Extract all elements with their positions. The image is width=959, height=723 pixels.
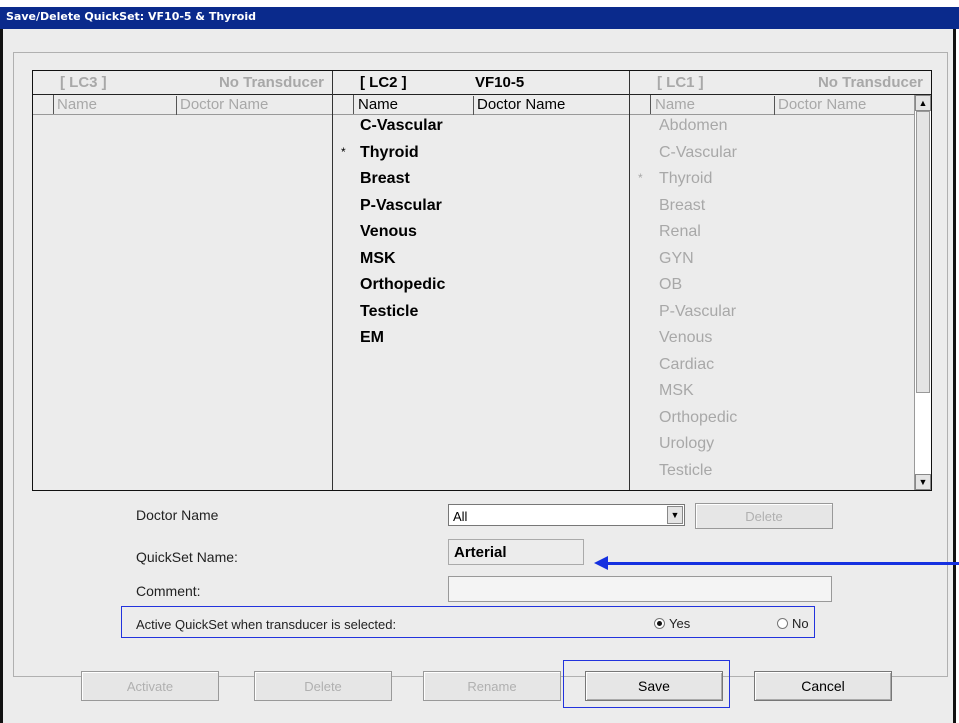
doctor-name-label: Doctor Name	[136, 507, 219, 523]
arrow-left-icon	[594, 556, 608, 570]
rename-button[interactable]: Rename	[423, 671, 561, 701]
save-button[interactable]: Save	[585, 671, 723, 701]
no-label: No	[792, 616, 809, 631]
sub-header: Name Doctor Name	[333, 95, 629, 115]
doctor-column-header[interactable]: Doctor Name	[176, 96, 268, 115]
radio-unselected-icon	[777, 618, 788, 629]
name-column-header[interactable]: Name	[57, 96, 97, 113]
column-lc3: [ LC3 ] No Transducer Name Doctor Name	[33, 71, 333, 490]
arrow-down-icon: ▼	[918, 477, 928, 487]
comment-input[interactable]	[448, 576, 832, 602]
transducer-label: VF10-5	[475, 74, 525, 91]
list-item[interactable]: Renal	[659, 223, 701, 241]
default-star-marker: *	[341, 144, 346, 159]
list-item[interactable]: MSK	[360, 250, 396, 268]
list-item[interactable]: Breast	[659, 197, 705, 215]
column-header: [ LC1 ] No Transducer	[630, 71, 931, 95]
yes-label: Yes	[669, 616, 691, 631]
delete-doctor-button[interactable]: Delete	[695, 503, 833, 529]
list-item[interactable]: OB	[659, 276, 682, 294]
list-item[interactable]: C-Vascular	[659, 144, 737, 162]
divider	[53, 95, 54, 114]
list-item[interactable]: Venous	[360, 223, 417, 241]
slot-label: [ LC1 ]	[657, 74, 704, 91]
quickset-name-label: QuickSet Name:	[136, 549, 238, 565]
comment-label: Comment:	[136, 583, 201, 599]
doctor-column-header[interactable]: Doctor Name	[473, 96, 565, 115]
column-header: [ LC3 ] No Transducer	[33, 71, 332, 95]
scroll-thumb[interactable]	[916, 111, 930, 393]
name-column-header[interactable]: Name	[655, 96, 695, 113]
title-bar: Save/Delete QuickSet: VF10-5 & Thyroid	[0, 0, 959, 30]
delete-button[interactable]: Delete	[254, 671, 392, 701]
chevron-down-icon[interactable]: ▼	[667, 506, 683, 524]
list-item[interactable]: Testicle	[659, 462, 712, 480]
list-item[interactable]: Cardiac	[659, 356, 714, 374]
list-item[interactable]: Breast	[360, 170, 410, 188]
list-item[interactable]: EM	[360, 329, 384, 347]
annotation-arrow-line	[605, 562, 959, 565]
column-header: [ LC2 ] VF10-5	[333, 71, 629, 95]
sub-header: Name Doctor Name	[630, 95, 931, 115]
list-item[interactable]: Abdomen	[659, 117, 728, 135]
radio-selected-icon	[654, 618, 665, 629]
list-item[interactable]: Testicle	[360, 303, 418, 321]
divider	[353, 95, 354, 114]
doctor-column-header[interactable]: Doctor Name	[774, 96, 866, 115]
divider	[650, 95, 651, 114]
column-lc1: [ LC1 ] No Transducer Name Doctor Name A…	[630, 71, 931, 490]
transducer-label: No Transducer	[817, 74, 923, 91]
activate-button[interactable]: Activate	[81, 671, 219, 701]
quickset-name-input[interactable]: Arterial	[448, 539, 584, 565]
list-item[interactable]: P-Vascular	[659, 303, 736, 321]
sub-header: Name Doctor Name	[33, 95, 332, 115]
list-item[interactable]: Orthopedic	[659, 409, 737, 427]
name-column-header[interactable]: Name	[358, 96, 398, 113]
vertical-scrollbar[interactable]: ▲ ▼	[914, 95, 931, 490]
list-item[interactable]: Thyroid	[659, 170, 712, 188]
list-item[interactable]: MSK	[659, 382, 694, 400]
column-lc2: [ LC2 ] VF10-5 Name Doctor Name C-Vascul…	[333, 71, 630, 490]
list-item[interactable]: Venous	[659, 329, 712, 347]
scroll-up-button[interactable]: ▲	[915, 95, 931, 111]
quickset-dialog: [ LC3 ] No Transducer Name Doctor Name […	[0, 29, 956, 723]
active-yes-radio[interactable]: Yes	[654, 616, 690, 631]
list-item[interactable]: P-Vascular	[360, 197, 442, 215]
default-star-marker: *	[638, 171, 643, 185]
slot-label: [ LC2 ]	[360, 74, 407, 91]
list-item[interactable]: GYN	[659, 250, 694, 268]
doctor-name-value: All	[453, 509, 468, 524]
doctor-name-select[interactable]: All ▼	[448, 504, 685, 526]
cancel-button[interactable]: Cancel	[754, 671, 892, 701]
list-item[interactable]: Thyroid	[360, 144, 419, 162]
list-item[interactable]: Urology	[659, 435, 714, 453]
arrow-up-icon: ▲	[918, 98, 928, 108]
transducer-label: No Transducer	[218, 74, 324, 91]
quickset-table: [ LC3 ] No Transducer Name Doctor Name […	[32, 70, 932, 491]
list-item[interactable]: C-Vascular	[360, 117, 443, 135]
list-item[interactable]: Orthopedic	[360, 276, 445, 294]
active-no-radio[interactable]: No	[777, 616, 809, 631]
scroll-down-button[interactable]: ▼	[915, 474, 931, 490]
slot-label: [ LC3 ]	[60, 74, 107, 91]
window-title: Save/Delete QuickSet: VF10-5 & Thyroid	[6, 10, 256, 23]
active-quickset-label: Active QuickSet when transducer is selec…	[136, 617, 397, 632]
